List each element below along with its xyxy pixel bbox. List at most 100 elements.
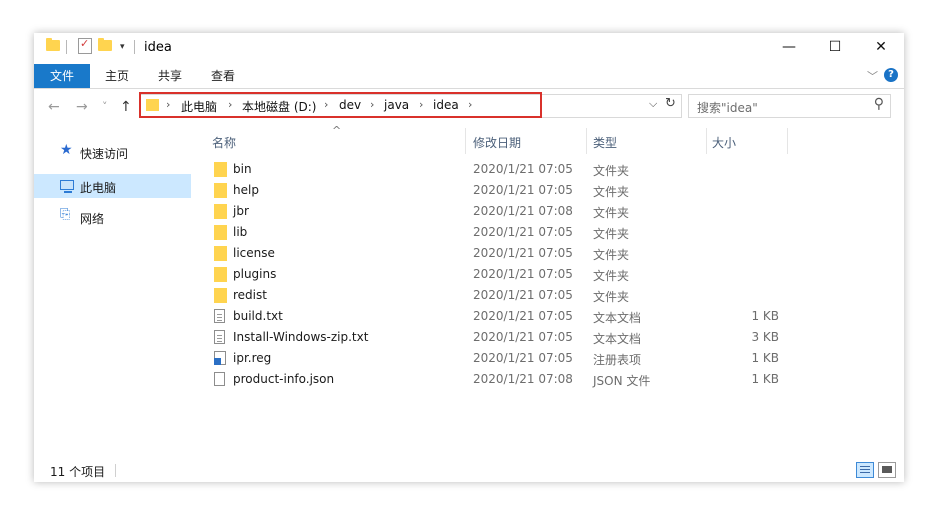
table-row[interactable]: ipr.reg 2020/1/21 07:05 注册表项 1 KB: [204, 348, 904, 369]
back-button[interactable]: ←: [48, 99, 60, 115]
file-type: 文件夹: [593, 227, 630, 241]
forward-button[interactable]: →: [76, 99, 88, 115]
folder-icon: [46, 38, 60, 51]
toolbar-divider: [66, 40, 67, 54]
table-row[interactable]: help 2020/1/21 07:05 文件夹: [204, 180, 904, 201]
file-type: 文件夹: [593, 164, 630, 178]
file-size: 1 KB: [751, 372, 779, 386]
tab-home[interactable]: 主页: [105, 64, 129, 88]
tab-share[interactable]: 共享: [158, 64, 182, 88]
table-row[interactable]: product-info.json 2020/1/21 07:08 JSON 文…: [204, 369, 904, 390]
title-bar: ▾ idea — ☐ ✕: [34, 33, 904, 63]
breadcrumb-separator[interactable]: ›: [370, 98, 374, 111]
table-row[interactable]: license 2020/1/21 07:05 文件夹: [204, 243, 904, 264]
file-date: 2020/1/21 07:05: [473, 246, 573, 260]
details-view-icon[interactable]: [856, 462, 874, 478]
file-date: 2020/1/21 07:05: [473, 309, 573, 323]
file-name: plugins: [233, 267, 277, 281]
column-header-type[interactable]: 类型: [593, 134, 617, 151]
breadcrumb-local-disk-d[interactable]: 本地磁盘 (D:): [242, 98, 316, 115]
file-type: 文件夹: [593, 290, 630, 304]
maximize-button[interactable]: ☐: [812, 33, 858, 63]
address-dropdown-icon[interactable]: ⌵: [649, 97, 657, 111]
file-date: 2020/1/21 07:05: [473, 183, 573, 197]
table-row[interactable]: build.txt 2020/1/21 07:05 文本文档 1 KB: [204, 306, 904, 327]
file-size: 1 KB: [751, 351, 779, 365]
column-header-date[interactable]: 修改日期: [473, 134, 521, 151]
minimize-button[interactable]: —: [766, 33, 812, 63]
table-row[interactable]: redist 2020/1/21 07:05 文件夹: [204, 285, 904, 306]
file-type: 文件夹: [593, 248, 630, 262]
breadcrumb-separator[interactable]: ›: [324, 98, 328, 111]
column-header-size[interactable]: 大小: [712, 134, 736, 151]
column-divider[interactable]: [465, 128, 466, 154]
file-name: product-info.json: [233, 372, 335, 386]
title-divider: [134, 40, 135, 54]
tab-view[interactable]: 查看: [211, 64, 235, 88]
breadcrumb-java[interactable]: java: [384, 98, 409, 112]
folder-icon: [214, 162, 227, 177]
table-row[interactable]: plugins 2020/1/21 07:05 文件夹: [204, 264, 904, 285]
recent-locations-button[interactable]: ˅: [102, 100, 108, 113]
star-icon: ★: [60, 142, 73, 158]
breadcrumb-separator[interactable]: ›: [468, 98, 472, 111]
json-file-icon: [214, 372, 225, 386]
up-button[interactable]: ↑: [120, 99, 132, 115]
table-row[interactable]: lib 2020/1/21 07:05 文件夹: [204, 222, 904, 243]
refresh-icon[interactable]: ↻: [665, 96, 676, 111]
text-document-icon: [214, 309, 225, 323]
file-name: ipr.reg: [233, 351, 272, 365]
file-date: 2020/1/21 07:05: [473, 330, 573, 344]
file-name: help: [233, 183, 259, 197]
breadcrumb-separator[interactable]: ›: [228, 98, 232, 111]
file-type: 文件夹: [593, 185, 630, 199]
table-row[interactable]: jbr 2020/1/21 07:08 文件夹: [204, 201, 904, 222]
sidebar-item-this-pc[interactable]: 此电脑: [34, 174, 191, 198]
file-type: 文件夹: [593, 269, 630, 283]
breadcrumb-dev[interactable]: dev: [339, 98, 361, 112]
expand-ribbon-icon[interactable]: ﹀: [867, 68, 878, 84]
column-header-name[interactable]: 名称: [212, 134, 236, 151]
file-name: license: [233, 246, 275, 260]
breadcrumb-separator[interactable]: ›: [166, 98, 170, 111]
status-bar: 11 个项目: [34, 459, 904, 482]
navigation-bar: ← → ˅ ↑ › 此电脑 › 本地磁盘 (D:) › dev › java ›…: [34, 90, 904, 124]
help-icon[interactable]: ?: [884, 68, 898, 82]
table-row[interactable]: bin 2020/1/21 07:05 文件夹: [204, 159, 904, 180]
folder-icon: [146, 99, 159, 111]
tab-file[interactable]: 文件: [34, 64, 90, 88]
file-type: JSON 文件: [593, 374, 651, 388]
file-type: 文本文档: [593, 311, 642, 325]
sidebar-item-network[interactable]: ⎘ 网络: [34, 205, 191, 229]
address-bar[interactable]: › 此电脑 › 本地磁盘 (D:) › dev › java › idea › …: [140, 94, 682, 118]
table-row[interactable]: Install-Windows-zip.txt 2020/1/21 07:05 …: [204, 327, 904, 348]
large-icons-view-icon[interactable]: [878, 462, 896, 478]
breadcrumb-idea[interactable]: idea: [433, 98, 459, 112]
item-count: 11 个项目: [50, 465, 106, 479]
close-button[interactable]: ✕: [858, 33, 904, 63]
search-icon[interactable]: ⚲: [874, 96, 884, 112]
file-size: 1 KB: [751, 309, 779, 323]
breadcrumb-separator[interactable]: ›: [419, 98, 423, 111]
properties-icon[interactable]: [78, 37, 92, 54]
search-input[interactable]: 搜索"idea": [697, 99, 758, 116]
computer-icon: [60, 180, 74, 193]
folder-icon: [214, 246, 227, 261]
ribbon-tabs: 文件 主页 共享 查看 ﹀ ?: [34, 64, 904, 89]
sidebar-item-label: 快速访问: [80, 147, 129, 161]
customize-quick-access-icon[interactable]: ▾: [120, 42, 125, 52]
folder-icon: [214, 267, 227, 282]
column-divider[interactable]: [586, 128, 587, 154]
file-name: lib: [233, 225, 248, 239]
column-divider[interactable]: [787, 128, 788, 154]
file-date: 2020/1/21 07:05: [473, 288, 573, 302]
file-date: 2020/1/21 07:08: [473, 204, 573, 218]
breadcrumb-this-pc[interactable]: 此电脑: [181, 98, 217, 115]
new-folder-icon[interactable]: [98, 38, 112, 51]
column-divider[interactable]: [706, 128, 707, 154]
sidebar-item-quick-access[interactable]: ★ 快速访问: [34, 140, 191, 164]
file-date: 2020/1/21 07:05: [473, 225, 573, 239]
search-box[interactable]: 搜索"idea" ⚲: [688, 94, 891, 118]
text-document-icon: [214, 330, 225, 344]
file-date: 2020/1/21 07:05: [473, 267, 573, 281]
